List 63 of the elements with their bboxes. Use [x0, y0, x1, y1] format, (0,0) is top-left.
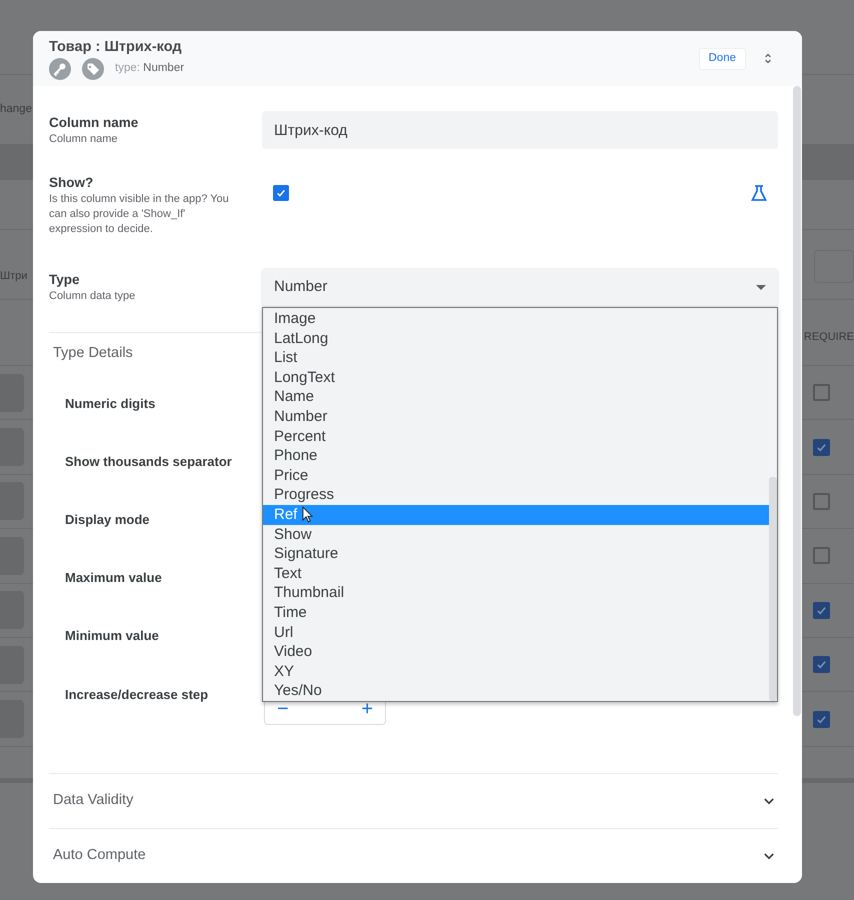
dropdown-option[interactable]: Video: [263, 642, 769, 662]
detail-label: Display mode: [64, 511, 151, 530]
dropdown-option[interactable]: Percent: [263, 426, 769, 446]
field-hint: Column name: [49, 132, 118, 146]
section-title: Type Details: [53, 344, 133, 364]
dropdown-option[interactable]: XY: [263, 662, 769, 682]
dropdown-option[interactable]: LatLong: [263, 328, 769, 348]
tag-icon: [82, 58, 104, 80]
dropdown-option[interactable]: Image: [263, 309, 769, 329]
field-hint: Column data type: [49, 288, 136, 304]
expand-collapse-icon[interactable]: [764, 52, 772, 65]
type-select[interactable]: Number: [262, 268, 778, 306]
background-text: Штри: [0, 269, 28, 284]
field-label: Column name: [49, 114, 140, 132]
show-checkbox[interactable]: [273, 185, 289, 201]
required-checkbox[interactable]: [813, 656, 830, 674]
dropdown-option[interactable]: Number: [263, 406, 769, 427]
dropdown-option[interactable]: Name: [263, 387, 769, 407]
decrease-button[interactable]: −: [277, 699, 289, 719]
required-checkbox[interactable]: [813, 547, 830, 564]
required-checkbox[interactable]: [813, 438, 830, 456]
detail-label: Increase/decrease step: [64, 686, 210, 704]
chevron-icon: [764, 798, 774, 804]
dropdown-option[interactable]: Price: [263, 466, 769, 486]
dropdown-option[interactable]: Text: [263, 564, 769, 584]
column-header: REQUIRE: [804, 330, 854, 346]
section-header[interactable]: Data Validity: [49, 773, 778, 828]
chevron-icon: [764, 852, 774, 860]
field-hint: Is this column visible in the app? You can also provide a 'Show_If' expression to decide.: [49, 192, 229, 237]
dropdown-option[interactable]: Yes/No: [263, 681, 769, 701]
section-header[interactable]: Auto Compute: [49, 828, 778, 883]
field-label: Show?: [49, 174, 94, 192]
required-checkbox[interactable]: [813, 384, 830, 402]
column-name-field[interactable]: Штрих-код: [262, 111, 778, 149]
detail-label: Show thousands separator: [64, 453, 233, 472]
detail-label: Minimum value: [64, 627, 160, 646]
dialog-title: Товар : Штрих-код: [49, 38, 183, 56]
mouse-cursor-icon: [302, 506, 313, 523]
flask-icon[interactable]: [750, 184, 768, 202]
done-button[interactable]: Done: [698, 48, 746, 70]
checkmark-icon: [275, 187, 287, 199]
dropdown-option[interactable]: Progress: [263, 485, 769, 505]
dropdown-option[interactable]: List: [263, 348, 769, 368]
key-icon: [49, 58, 71, 80]
detail-label: Maximum value: [64, 569, 163, 588]
background-text: hange: [0, 102, 32, 117]
field-label: Type: [49, 270, 81, 288]
dropdown-option[interactable]: Url: [263, 622, 769, 642]
dropdown-option[interactable]: Show: [263, 524, 769, 544]
dropdown-option[interactable]: Thumbnail: [263, 583, 769, 603]
caret-icon: [756, 284, 766, 290]
required-checkbox[interactable]: [813, 602, 830, 619]
required-checkbox[interactable]: [813, 710, 830, 728]
dropdown-option[interactable]: LongText: [263, 368, 769, 388]
dropdown-scrollbar-thumb[interactable]: [769, 477, 777, 701]
scrollbar-thumb[interactable]: [793, 86, 801, 716]
type-info: type: Number: [115, 60, 184, 76]
increase-button[interactable]: +: [361, 699, 373, 719]
dropdown-option[interactable]: Time: [263, 602, 769, 622]
required-checkbox[interactable]: [813, 492, 830, 510]
dropdown-option[interactable]: Phone: [263, 446, 769, 466]
detail-label: Numeric digits: [64, 395, 156, 414]
dropdown-option[interactable]: Signature: [263, 544, 769, 564]
